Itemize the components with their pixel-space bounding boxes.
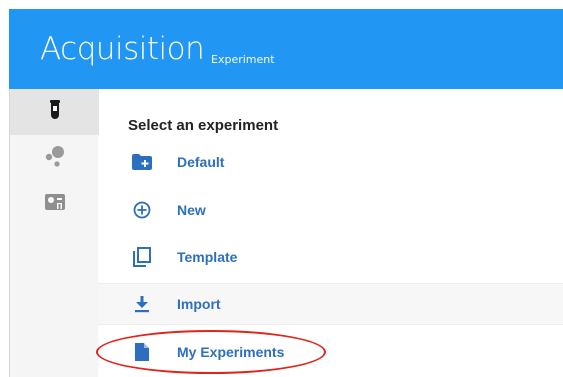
app-subtitle: Experiment — [211, 53, 275, 66]
app-title: Acquisition — [40, 31, 205, 67]
option-template[interactable]: Template — [98, 237, 563, 279]
app-header: Acquisition Experiment — [9, 9, 563, 89]
copy-icon — [132, 247, 152, 267]
sidebar — [9, 89, 99, 377]
download-icon — [132, 294, 152, 314]
option-import[interactable]: Import — [98, 283, 563, 325]
app-window: Acquisition Experiment Select an experim… — [9, 9, 563, 377]
add-circle-icon — [132, 200, 152, 220]
test-tube-icon — [48, 99, 62, 125]
option-new[interactable]: New — [98, 190, 563, 232]
option-label: New — [177, 202, 206, 218]
option-my-experiments[interactable]: My Experiments — [98, 332, 563, 374]
new-folder-icon — [132, 152, 152, 172]
sidebar-item-instrument[interactable] — [10, 181, 99, 227]
molecules-icon — [43, 145, 67, 172]
sidebar-item-molecules[interactable] — [10, 135, 99, 181]
option-default[interactable]: Default — [98, 142, 563, 184]
option-label: My Experiments — [177, 344, 285, 360]
option-label: Default — [177, 154, 225, 170]
option-label: Import — [177, 296, 221, 312]
sidebar-item-experiment[interactable] — [10, 89, 99, 135]
document-icon — [132, 342, 152, 362]
instrument-icon — [44, 192, 66, 217]
page-title: Select an experiment — [128, 117, 279, 134]
option-label: Template — [177, 249, 238, 265]
main-panel: Select an experiment Default New Templat… — [98, 89, 563, 377]
